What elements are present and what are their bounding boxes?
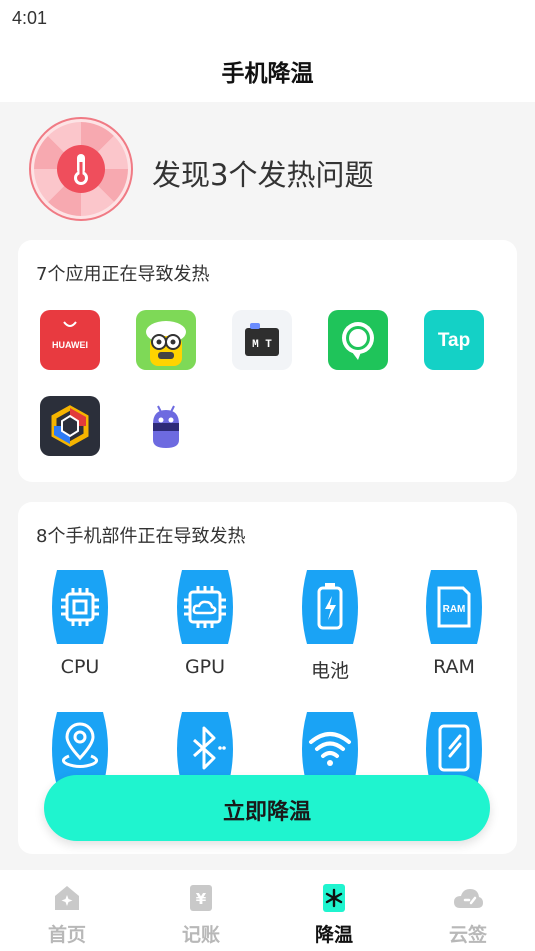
cool-down-button-label: 立即降温 [222,800,311,825]
part-gpu[interactable]: GPU [172,570,238,678]
overheat-summary-text: 发现3个发热问题 [152,158,374,192]
part-label: RAM [433,656,475,678]
parts-card-title: 8个手机部件正在导致发热 [36,526,246,547]
tab-cloud-sign[interactable]: 云签 [401,870,535,951]
cloud-sign-icon [454,889,483,908]
app-icon-shield[interactable] [40,396,100,456]
part-label: CPU [60,656,100,678]
svg-text:RAM: RAM [443,604,466,615]
part-label: GPU [184,656,226,678]
tab-label: 首页 [47,924,86,946]
overheating-apps-card: 7个应用正在导致发热 HUAWEI M T Tap [18,240,517,482]
part-ram[interactable]: RAM RAM [421,570,487,678]
app-icon-android[interactable] [136,396,196,456]
svg-text:¥: ¥ [196,890,207,908]
part-battery[interactable]: 电池 [297,570,363,682]
tab-label: 降温 [314,924,353,946]
huawei-appgallery-icon: HUAWEI [52,321,88,350]
tab-label: 云签 [448,924,487,946]
app-icon-huawei[interactable]: HUAWEI [40,310,100,370]
android-robot-icon [153,405,179,448]
app-icon-taptap[interactable]: Tap [424,310,484,370]
part-cpu[interactable]: CPU [47,570,113,678]
tab-home[interactable]: 首页 [0,870,134,951]
app-icon-game[interactable] [136,310,196,370]
app-icon-chat[interactable] [328,310,388,370]
mt-manager-icon: M T [245,323,279,356]
bottom-tab-bar: 首页 ¥ 记账 降温 云签 [0,870,535,951]
svg-text:Tap: Tap [438,330,470,351]
tab-cooling[interactable]: 降温 [267,870,401,951]
hexagon-shield-icon [51,405,89,447]
taptap-icon: Tap [438,330,470,351]
svg-text:M T: M T [252,339,272,351]
overheat-summary: 发现3个发热问题 [0,102,535,242]
home-sparkle-icon [55,886,79,910]
overheating-fan-thermometer-icon [29,117,133,221]
ram-card-icon: RAM [426,570,482,644]
apps-card-title: 7个应用正在导致发热 [36,264,210,285]
status-time: 4:01 [12,8,48,28]
gpu-cloud-chip-icon [177,570,233,644]
part-label: 电池 [310,660,349,682]
chat-bubble-icon [342,322,374,360]
tab-ledger[interactable]: ¥ 记账 [134,870,268,951]
yuan-ledger-icon: ¥ [190,885,212,911]
battery-charging-icon [302,570,358,644]
status-bar: 4:01 [0,0,535,40]
cpu-chip-icon [52,570,108,644]
game-character-icon [146,321,186,366]
tab-label: 记账 [181,924,220,946]
cooling-snowflake-icon [323,884,345,912]
cool-down-button[interactable]: 立即降温 [44,775,490,841]
page-title: 手机降温 [221,61,314,87]
app-icon-mt-manager[interactable]: M T [232,310,292,370]
app-header: 手机降温 [0,40,535,102]
svg-text:HUAWEI: HUAWEI [52,340,88,350]
